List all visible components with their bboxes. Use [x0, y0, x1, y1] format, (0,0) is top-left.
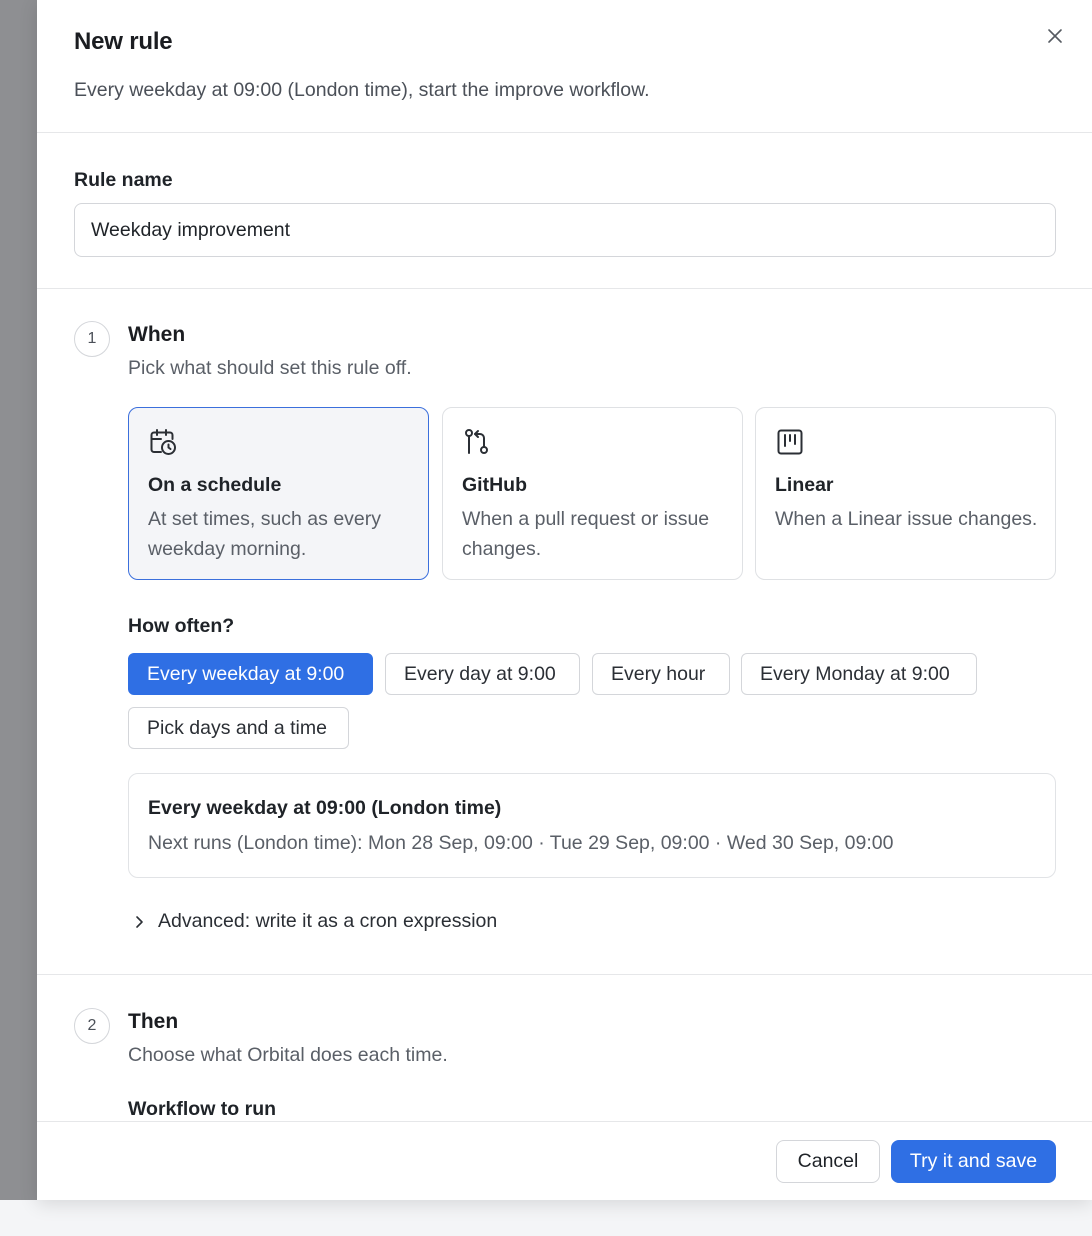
linear-board-icon: [777, 429, 803, 455]
summary-title: Every weekday at 09:00 (London time): [148, 797, 502, 819]
close-button[interactable]: [1043, 24, 1067, 48]
trigger-card-linear[interactable]: Linear When a Linear issue changes.: [755, 407, 1056, 580]
dialog-footer: Cancel Try it and save: [37, 1121, 1092, 1200]
how-often-label: How often?: [128, 615, 235, 637]
frequency-option-daily[interactable]: Every day at 9:00: [385, 653, 580, 695]
calendar-clock-icon: [150, 429, 176, 455]
when-description: Pick what should set this rule off.: [128, 357, 412, 379]
frequency-option-monday[interactable]: Every Monday at 9:00: [741, 653, 977, 695]
step-number-1: 1: [74, 321, 110, 357]
when-title: When: [128, 323, 186, 346]
frequency-option-weekday[interactable]: Every weekday at 9:00: [128, 653, 373, 695]
dialog-subtitle: Every weekday at 09:00 (London time), st…: [74, 79, 650, 101]
trigger-name: Linear: [775, 474, 834, 496]
trigger-description: When a pull request or issue changes.: [462, 508, 710, 560]
git-pull-request-icon: [465, 429, 488, 454]
dialog-header: New rule Every weekday at 09:00 (London …: [37, 0, 1092, 133]
trigger-name: GitHub: [462, 474, 527, 496]
next-runs: Next runs (London time): Mon 28 Sep, 09:…: [148, 832, 894, 854]
dialog-title: New rule: [74, 28, 173, 55]
trigger-card-schedule[interactable]: On a schedule At set times, such as ever…: [128, 407, 429, 580]
page-background: [0, 1200, 1092, 1236]
advanced-label: Advanced: write it as a cron expression: [158, 910, 498, 932]
schedule-summary: Every weekday at 09:00 (London time) Nex…: [128, 773, 1056, 878]
frequency-option-custom[interactable]: Pick days and a time: [128, 707, 349, 749]
section-divider: [37, 974, 1092, 975]
rule-name-input[interactable]: [74, 203, 1056, 257]
modal-backdrop[interactable]: [0, 0, 37, 1200]
chevron-right-icon: [136, 915, 143, 928]
frequency-option-hourly[interactable]: Every hour: [592, 653, 730, 695]
workflow-label: Workflow to run: [128, 1098, 277, 1120]
trigger-name: On a schedule: [148, 474, 282, 496]
step-number-2: 2: [74, 1008, 110, 1044]
rule-name-label: Rule name: [74, 169, 173, 191]
close-icon: [1048, 29, 1062, 43]
trigger-card-github[interactable]: GitHub When a pull request or issue chan…: [442, 407, 743, 580]
then-description: Choose what Orbital does each time.: [128, 1044, 448, 1066]
rule-name-section: Rule name: [37, 133, 1092, 289]
trigger-description: When a Linear issue changes.: [775, 508, 1038, 530]
try-and-save-button[interactable]: Try it and save: [891, 1140, 1056, 1183]
new-rule-dialog: New rule Every weekday at 09:00 (London …: [37, 0, 1092, 1200]
cancel-button[interactable]: Cancel: [776, 1140, 880, 1183]
advanced-cron-toggle[interactable]: Advanced: write it as a cron expression: [131, 910, 497, 933]
then-title: Then: [128, 1010, 179, 1033]
trigger-description: At set times, such as every weekday morn…: [148, 508, 382, 560]
